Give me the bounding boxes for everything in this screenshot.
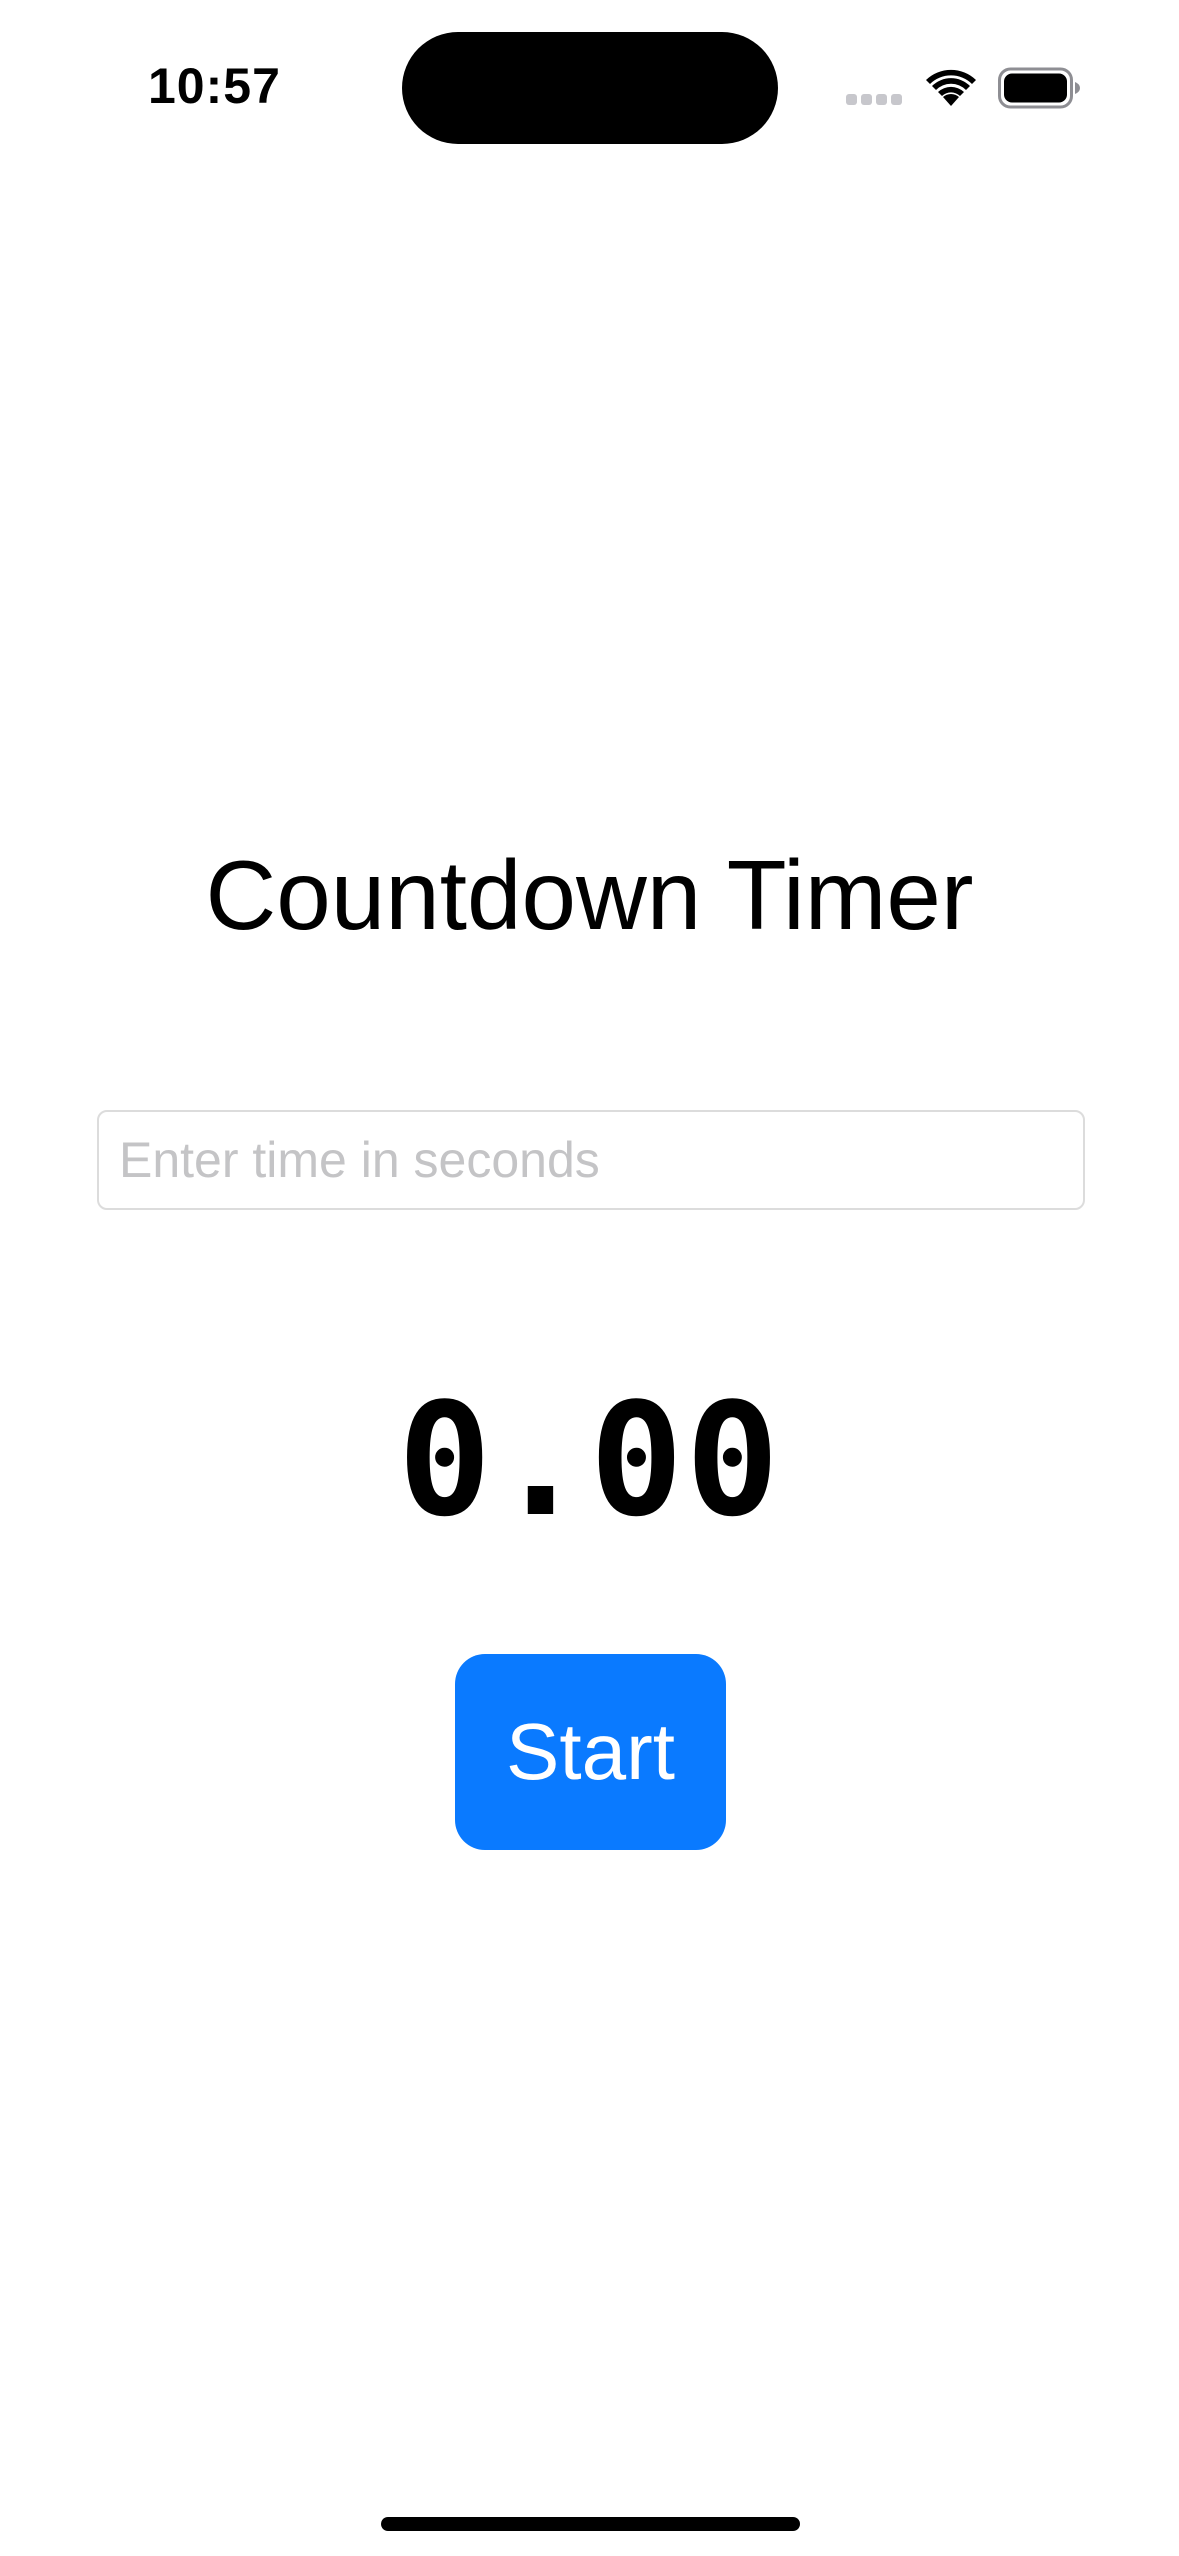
page-title: Countdown Timer [205, 840, 974, 950]
seconds-input[interactable] [97, 1110, 1085, 1210]
signal-icon [846, 94, 904, 106]
dynamic-island [402, 32, 778, 144]
battery-icon [998, 67, 1080, 109]
home-indicator[interactable] [381, 2517, 800, 2531]
start-button[interactable]: Start [455, 1654, 726, 1850]
timer-display: 0.00 [397, 1369, 782, 1551]
status-bar-time: 10:57 [148, 58, 281, 114]
wifi-icon [926, 69, 976, 106]
